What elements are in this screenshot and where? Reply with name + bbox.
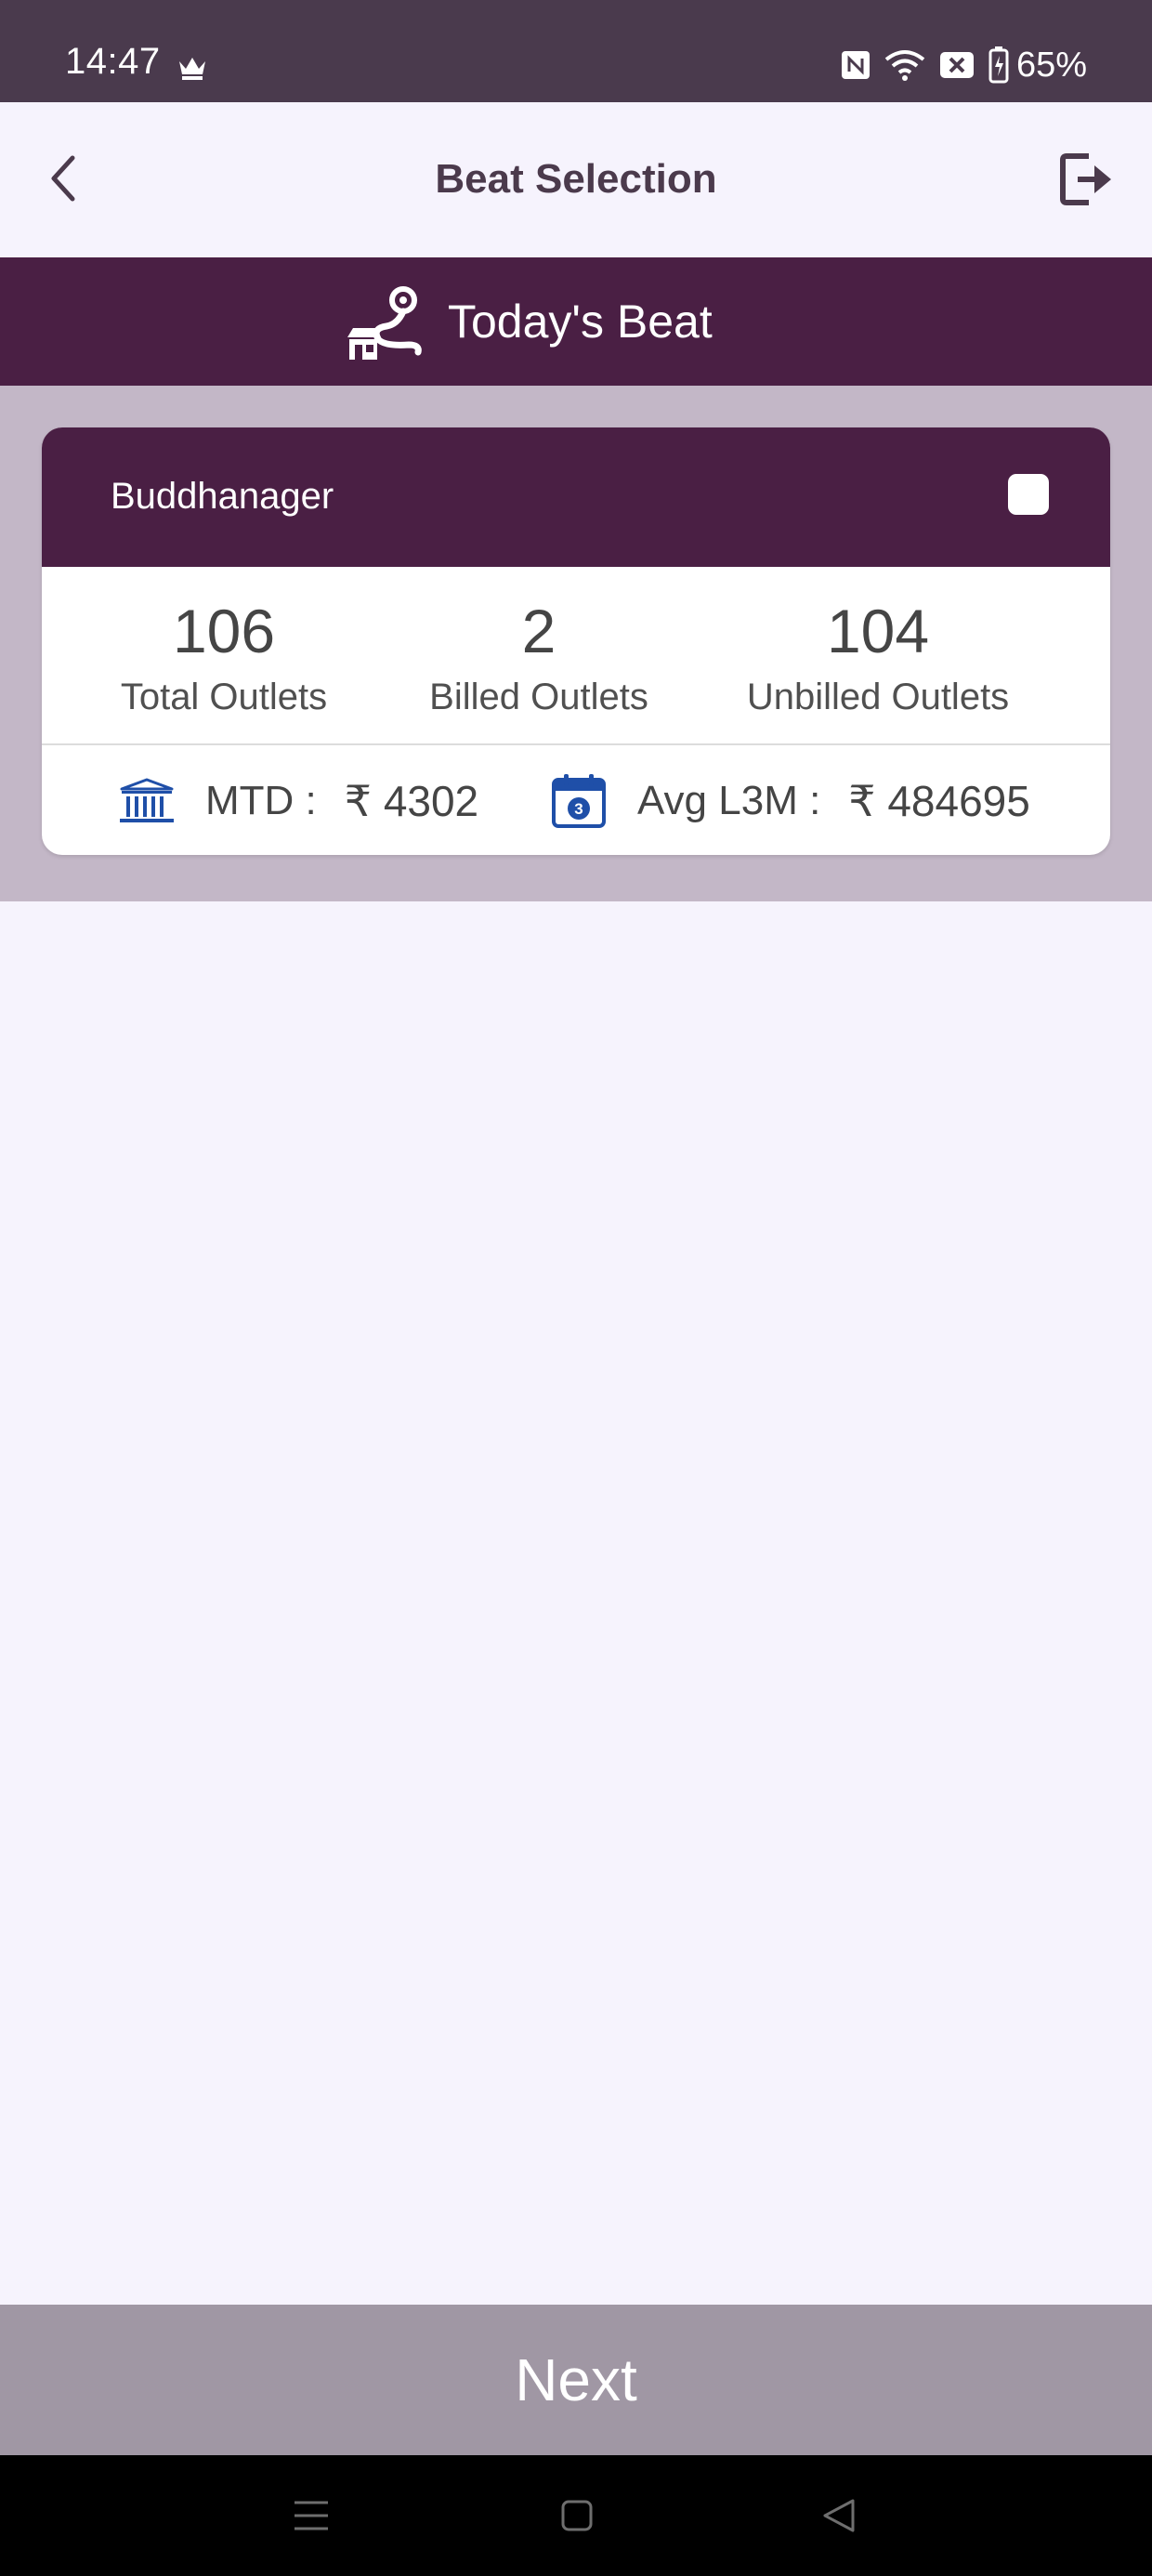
avg-l3m-metric: 3 Avg L3M : ₹ 484695 xyxy=(548,771,1030,831)
billed-outlets-stat: 2 Billed Outlets xyxy=(404,600,674,716)
calendar-icon: 3 xyxy=(548,770,609,832)
system-nav-bar xyxy=(0,2455,1152,2576)
menu-icon xyxy=(295,2501,328,2530)
mtd-label: MTD : xyxy=(205,778,317,823)
next-button[interactable]: Next xyxy=(0,2305,1152,2455)
svg-text:3: 3 xyxy=(574,800,583,818)
total-outlets-label: Total Outlets xyxy=(120,677,328,717)
battery-icon xyxy=(988,46,1009,84)
wifi-icon xyxy=(884,50,925,81)
unbilled-outlets-value: 104 xyxy=(826,597,930,665)
route-store-icon xyxy=(347,286,422,360)
logout-button[interactable] xyxy=(1057,149,1119,210)
beat-card-header: Buddhanager xyxy=(42,427,1110,567)
crown-icon xyxy=(179,58,205,80)
unbilled-outlets-stat: 104 Unbilled Outlets xyxy=(711,600,1045,716)
bank-icon xyxy=(116,770,177,832)
outlet-stats: 106 Total Outlets 2 Billed Outlets 104 U… xyxy=(42,567,1110,745)
no-sim-icon xyxy=(939,52,974,78)
avg-l3m-value: ₹ 484695 xyxy=(848,777,1030,825)
recent-apps-button[interactable] xyxy=(288,2492,334,2539)
system-back-button[interactable] xyxy=(816,2492,862,2539)
nfc-icon xyxy=(841,51,870,79)
home-button[interactable] xyxy=(554,2492,600,2539)
status-bar: 14:47 65% xyxy=(0,0,1152,102)
mtd-metric: MTD : ₹ 4302 xyxy=(116,771,478,831)
beat-name: Buddhanager xyxy=(111,476,334,517)
billed-outlets-value: 2 xyxy=(521,597,556,665)
todays-beat-label: Today's Beat xyxy=(448,296,713,348)
mtd-value: ₹ 4302 xyxy=(344,777,479,825)
logout-icon xyxy=(1060,153,1111,205)
billed-outlets-label: Billed Outlets xyxy=(429,677,648,717)
sales-metrics: MTD : ₹ 4302 3 Avg L3M : ₹ 484695 xyxy=(42,745,1110,855)
total-outlets-value: 106 xyxy=(172,597,276,665)
unbilled-outlets-label: Unbilled Outlets xyxy=(746,677,1010,717)
home-square-icon xyxy=(561,2500,593,2531)
beat-select-checkbox[interactable] xyxy=(1008,474,1049,515)
beat-list: Buddhanager 106 Total Outlets 2 Billed O… xyxy=(0,386,1152,901)
app-bar: Beat Selection xyxy=(0,102,1152,257)
beat-card[interactable]: Buddhanager 106 Total Outlets 2 Billed O… xyxy=(42,427,1110,855)
page-title: Beat Selection xyxy=(435,156,717,202)
battery-percentage: 65% xyxy=(1015,46,1087,85)
avg-l3m-label: Avg L3M : xyxy=(637,778,821,823)
back-triangle-icon xyxy=(823,2499,855,2532)
status-time: 14:47 xyxy=(65,41,161,82)
status-icons: 65% xyxy=(840,46,1087,84)
todays-beat-banner: Today's Beat xyxy=(0,257,1152,386)
total-outlets-stat: 106 Total Outlets xyxy=(94,600,354,716)
